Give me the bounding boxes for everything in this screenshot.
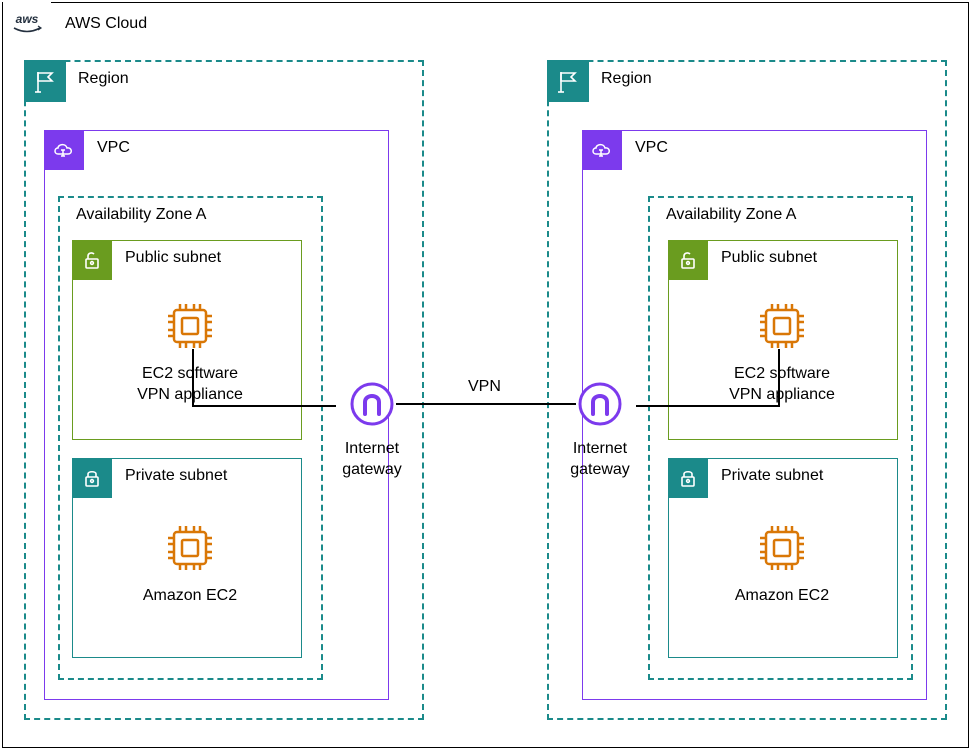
internet-gateway-icon — [576, 380, 624, 428]
internet-gateway-right: Internet gateway — [560, 380, 640, 481]
ec2-vpn-caption: EC2 software VPN appliance — [692, 364, 872, 406]
vpc-label: VPC — [97, 139, 130, 157]
lock-closed-icon — [668, 458, 708, 498]
ec2-chip-icon — [752, 296, 812, 356]
ec2-vpn-appliance-right: EC2 software VPN appliance — [692, 296, 872, 406]
az-label: Availability Zone A — [76, 206, 206, 224]
ec2-chip-icon — [160, 518, 220, 578]
connector-line — [636, 405, 780, 407]
lock-open-icon — [668, 240, 708, 280]
az-label: Availability Zone A — [666, 206, 796, 224]
vpn-connection-label: VPN — [468, 378, 501, 396]
vpc-cloud-icon — [44, 130, 84, 170]
internet-gateway-label: Internet gateway — [560, 439, 640, 481]
region-flag-icon — [547, 60, 589, 102]
lock-open-icon — [72, 240, 112, 280]
internet-gateway-left: Internet gateway — [332, 380, 412, 481]
private-subnet-label: Private subnet — [125, 467, 227, 485]
amazon-ec2-right: Amazon EC2 — [692, 518, 872, 607]
amazon-ec2-left: Amazon EC2 — [100, 518, 280, 607]
connector-line — [192, 349, 194, 407]
svg-text:aws: aws — [16, 12, 39, 26]
region-flag-icon — [24, 60, 66, 102]
amazon-ec2-caption: Amazon EC2 — [100, 586, 280, 607]
vpc-label: VPC — [635, 139, 668, 157]
public-subnet-label: Public subnet — [125, 249, 221, 267]
ec2-chip-icon — [160, 296, 220, 356]
public-subnet-label: Public subnet — [721, 249, 817, 267]
region-label: Region — [78, 70, 129, 88]
internet-gateway-icon — [348, 380, 396, 428]
aws-cloud-label: AWS Cloud — [65, 15, 147, 33]
ec2-vpn-caption: EC2 software VPN appliance — [100, 364, 280, 406]
private-subnet-label: Private subnet — [721, 467, 823, 485]
ec2-vpn-appliance-left: EC2 software VPN appliance — [100, 296, 280, 406]
connector-line — [396, 403, 576, 405]
aws-logo-icon: aws — [3, 2, 51, 50]
connector-line — [778, 349, 780, 407]
amazon-ec2-caption: Amazon EC2 — [692, 586, 872, 607]
ec2-chip-icon — [752, 518, 812, 578]
vpc-cloud-icon — [582, 130, 622, 170]
connector-line — [192, 405, 336, 407]
region-label: Region — [601, 70, 652, 88]
internet-gateway-label: Internet gateway — [332, 439, 412, 481]
lock-closed-icon — [72, 458, 112, 498]
